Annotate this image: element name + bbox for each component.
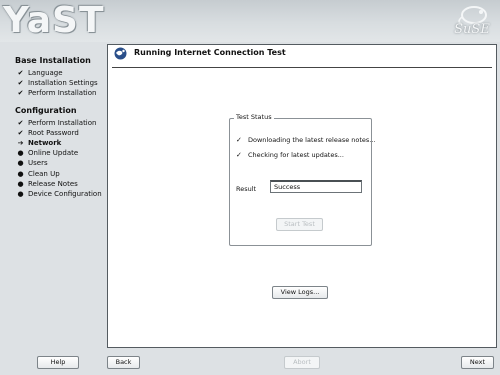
arrow-right-icon: ➔ [17,138,24,147]
result-field: Success [270,180,362,193]
step-label: Network [28,138,62,147]
step-perform-installation-config: ✔ Perform Installation [8,118,104,128]
bullet-icon: ● [17,149,24,158]
status-item-label: Checking for latest updates... [248,151,344,159]
bullet-icon: ● [17,179,24,188]
result-label: Result [236,185,257,193]
checkmark-icon: ✔ [17,79,24,88]
step-online-update: ● Online Update [8,148,104,158]
step-installation-settings: ✔ Installation Settings [8,78,104,88]
group-title: Test Status [234,113,274,121]
step-device-configuration: ● Device Configuration [8,189,104,199]
step-label: Release Notes [28,179,78,188]
step-label: Perform Installation [28,118,97,127]
section-title-base-installation: Base Installation [15,56,91,65]
bullet-icon: ● [17,159,24,168]
status-item-label: Downloading the latest release notes... [248,136,376,144]
step-label: Online Update [28,149,79,158]
back-button[interactable]: Back [107,356,140,369]
bullet-icon: ● [17,169,24,178]
step-users: ● Users [8,158,104,168]
status-item-release-notes: ✓ Downloading the latest release notes... [236,136,376,144]
step-label: Root Password [28,128,79,137]
checkmark-icon: ✔ [17,69,24,77]
help-button[interactable]: Help [37,356,79,369]
next-button[interactable]: Next [461,356,494,369]
step-label: Perform Installation [28,89,97,98]
suse-wordmark: SuSE [454,22,490,37]
step-perform-installation: ✔ Perform Installation [8,88,104,98]
checkmark-icon: ✔ [17,118,24,127]
header-banner: YaST SuSE [0,0,500,42]
status-item-updates: ✓ Checking for latest updates... [236,151,344,159]
checkmark-icon: ✔ [17,128,24,137]
step-network: ➔ Network [8,138,104,148]
abort-button[interactable]: Abort [284,356,320,369]
checkmark-icon: ✓ [236,136,242,144]
step-label: Device Configuration [28,189,102,198]
step-language: ✔ Language [8,68,104,78]
checkmark-icon: ✓ [236,151,242,159]
panel-title: Running Internet Connection Test [134,48,286,57]
globe-icon [114,47,127,60]
step-release-notes: ● Release Notes [8,179,104,189]
step-label: Users [28,159,48,168]
step-label: Installation Settings [28,79,98,88]
step-label: Clean Up [28,169,60,178]
bullet-icon: ● [17,189,24,198]
view-logs-button[interactable]: View Logs... [272,286,328,299]
start-test-button[interactable]: Start Test [276,218,323,231]
step-clean-up: ● Clean Up [8,169,104,179]
title-divider [112,67,492,68]
yast-logo: YaST [3,0,105,41]
test-status-group: Test Status ✓ Downloading the latest rele… [229,113,376,246]
checkmark-icon: ✔ [17,89,24,98]
section-title-configuration: Configuration [15,105,77,115]
content-panel: Running Internet Connection Test Test St… [107,44,497,348]
installation-steps-sidebar: Base Installation ✔ Language ✔ Installat… [8,52,104,199]
step-label: Language [28,69,63,77]
step-root-password: ✔ Root Password [8,128,104,138]
